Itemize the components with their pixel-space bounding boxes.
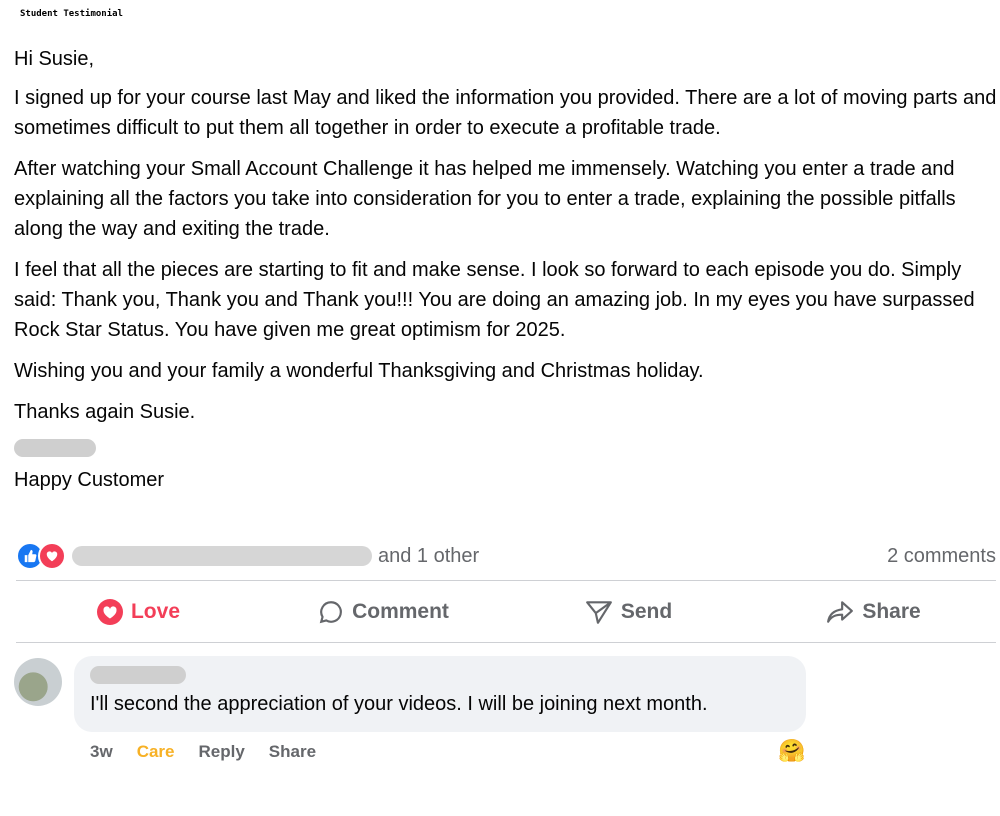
send-icon: [585, 601, 612, 624]
comment-meta: 3w Care Reply Share: [90, 742, 316, 762]
post-paragraph: I signed up for your course last May and…: [14, 87, 997, 139]
post-paragraph: After watching your Small Account Challe…: [14, 158, 956, 240]
send-button[interactable]: Send: [506, 599, 751, 625]
heart-icon: [96, 599, 123, 625]
comment-button[interactable]: Comment: [261, 599, 506, 625]
divider: [16, 642, 996, 643]
comment-text: I'll second the appreciation of your vid…: [90, 693, 708, 715]
redacted-name: [14, 439, 96, 457]
love-button-label: Love: [130, 600, 180, 623]
page-header-label: Student Testimonial: [20, 9, 123, 19]
comment-icon: [319, 601, 342, 624]
comment-share-button[interactable]: Share: [269, 742, 316, 762]
comment-timestamp[interactable]: 3w: [90, 742, 113, 762]
share-icon: [827, 601, 854, 623]
post-body: Hi Susie, I signed up for your course la…: [14, 44, 998, 506]
divider: [16, 580, 996, 581]
care-reaction-icon[interactable]: 🤗: [778, 738, 805, 764]
post-paragraph: I feel that all the pieces are starting …: [14, 259, 975, 341]
share-button[interactable]: Share: [751, 599, 996, 625]
share-button-label: Share: [862, 600, 921, 623]
reactions-summary[interactable]: and 1 other 2 comments: [16, 540, 996, 572]
comment-bubble: I'll second the appreciation of your vid…: [74, 656, 806, 732]
commenter-avatar[interactable]: [14, 658, 62, 706]
love-icon: [38, 542, 66, 570]
redacted-reactor-names: [72, 546, 372, 566]
comment-button-label: Comment: [352, 600, 449, 623]
comment-reply-button[interactable]: Reply: [199, 742, 245, 762]
send-button-label: Send: [620, 600, 673, 623]
post-actions-bar: Love Comment Send Share: [16, 584, 996, 640]
reactions-others-text[interactable]: and 1 other: [378, 545, 479, 568]
love-button[interactable]: Love: [16, 599, 261, 625]
comment-care-reaction[interactable]: Care: [137, 742, 175, 762]
post-paragraph: Wishing you and your family a wonderful …: [14, 360, 704, 382]
redacted-commenter-name[interactable]: [90, 666, 186, 684]
post-greeting: Hi Susie,: [14, 48, 95, 70]
comments-count-link[interactable]: 2 comments: [887, 545, 996, 568]
post-paragraph: Thanks again Susie.: [14, 401, 196, 423]
post-signoff: Happy Customer: [14, 469, 165, 491]
